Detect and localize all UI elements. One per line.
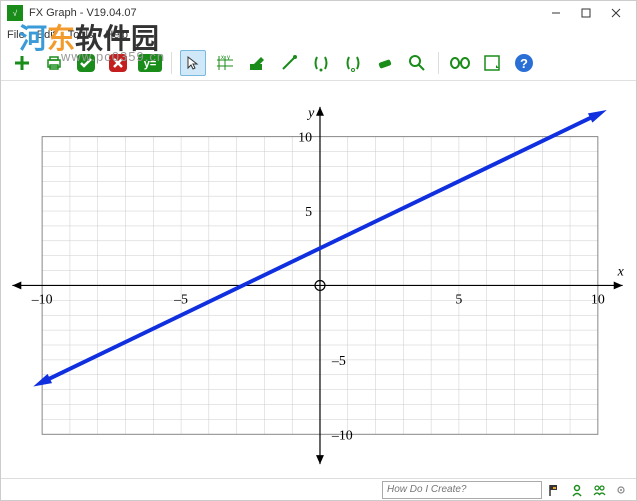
toolbar-separator <box>171 52 172 74</box>
menubar: File Edit Tools Help <box>1 25 636 45</box>
svg-text:?: ? <box>520 56 528 71</box>
svg-text:10: 10 <box>298 131 312 146</box>
annotate-button[interactable] <box>244 50 270 76</box>
maximize-button[interactable] <box>580 7 592 19</box>
svg-text:–10: –10 <box>331 428 353 443</box>
watermark-url: www.pc0359.cn <box>61 49 165 64</box>
new-button[interactable] <box>9 50 35 76</box>
minimize-button[interactable] <box>550 7 562 19</box>
window-title: FX Graph - V19.04.07 <box>29 7 550 19</box>
axes-settings-button[interactable]: xy <box>212 50 238 76</box>
svg-text:y: y <box>227 55 230 61</box>
close-button[interactable] <box>610 7 622 19</box>
app-icon: √ <box>7 5 23 21</box>
svg-text:10: 10 <box>591 292 605 307</box>
svg-text:–5: –5 <box>331 354 346 369</box>
help-search-input[interactable] <box>382 481 542 499</box>
svg-text:5: 5 <box>455 292 462 307</box>
status-flag-icon[interactable] <box>546 481 564 499</box>
titlebar: √ FX Graph - V19.04.07 <box>1 1 636 25</box>
status-users-icon[interactable] <box>590 481 608 499</box>
svg-text:y: y <box>306 106 315 121</box>
svg-text:x: x <box>617 265 625 280</box>
status-gear-icon[interactable] <box>612 481 630 499</box>
line-tool-button[interactable] <box>276 50 302 76</box>
statusbar <box>1 478 636 500</box>
graph-canvas[interactable]: –10 –5 5 10 –10 –5 5 10 x y <box>1 87 636 474</box>
mask-button[interactable] <box>447 50 473 76</box>
cursor-button[interactable] <box>180 50 206 76</box>
svg-text:–5: –5 <box>173 292 188 307</box>
paren-tool-button[interactable] <box>308 50 334 76</box>
svg-text:5: 5 <box>305 205 312 220</box>
menu-tools[interactable]: Tools <box>68 29 94 41</box>
menu-help[interactable]: Help <box>105 29 128 41</box>
help-button[interactable]: ? <box>511 50 537 76</box>
menu-file[interactable]: File <box>7 29 25 41</box>
eraser-button[interactable] <box>372 50 398 76</box>
region-button[interactable] <box>479 50 505 76</box>
status-user-icon[interactable] <box>568 481 586 499</box>
svg-text:x: x <box>221 55 224 61</box>
bracket-tool-button[interactable] <box>340 50 366 76</box>
chart-svg: –10 –5 5 10 –10 –5 5 10 x y <box>1 87 636 474</box>
toolbar-separator <box>438 52 439 74</box>
menu-edit[interactable]: Edit <box>37 29 56 41</box>
svg-text:–10: –10 <box>31 292 53 307</box>
zoom-button[interactable] <box>404 50 430 76</box>
